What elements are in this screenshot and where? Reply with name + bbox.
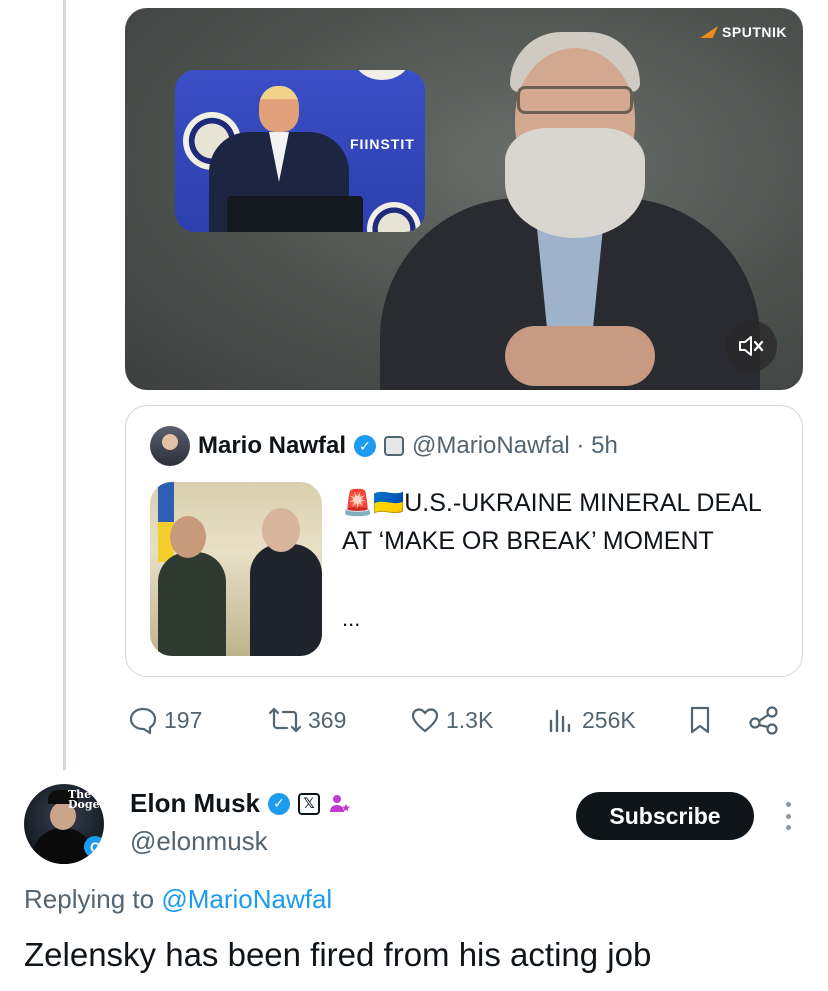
repost-action[interactable]: 369 — [268, 700, 346, 740]
more-dot-icon — [785, 813, 791, 819]
repost-icon — [268, 707, 302, 733]
replying-to-prefix: Replying to — [24, 884, 162, 914]
thumbnail-person-left — [158, 552, 226, 656]
avatar-overlay-text: The Dogefa — [68, 788, 104, 811]
reply-author-avatar[interactable]: The Dogefa C — [24, 784, 104, 864]
thumbnail-person-right — [250, 544, 322, 656]
like-action[interactable]: 1.3K — [410, 700, 493, 740]
x-affiliate-badge-icon: 𝕏 — [298, 792, 321, 815]
more-options-button[interactable] — [778, 798, 798, 834]
affiliate-badge-icon — [384, 436, 405, 456]
inset-podium — [227, 196, 363, 232]
avatar-badge: C — [84, 836, 104, 858]
inset-seal — [367, 202, 421, 232]
bookmark-icon — [690, 706, 710, 734]
quoted-tweet-ellipsis: ... — [342, 606, 361, 631]
views-count: 256K — [582, 706, 636, 733]
share-button[interactable] — [748, 700, 780, 740]
quoted-tweet-header: Mario Nawfal ✓ @MarioNawfal · 5h — [150, 426, 618, 466]
heart-icon — [411, 708, 439, 733]
quoted-tweet-thumbnail[interactable] — [150, 482, 322, 656]
replying-to-line: Replying to @MarioNawfal — [24, 884, 332, 915]
sputnik-logo-icon — [700, 26, 719, 38]
inset-sign-text: FIINSTIT — [350, 136, 415, 152]
replying-to-link[interactable]: @MarioNawfal — [161, 884, 332, 914]
mute-button[interactable] — [725, 320, 777, 372]
more-dot-icon — [785, 802, 791, 807]
mute-icon — [739, 336, 764, 356]
more-dot-icon — [785, 825, 791, 830]
reply-icon — [129, 707, 157, 735]
tweet-action-bar: 197 369 1.3K 256K — [128, 700, 804, 740]
quoted-tweet-card[interactable]: Mario Nawfal ✓ @MarioNawfal · 5h 🚨🇺🇦U.S.… — [125, 405, 803, 677]
thread-connector-line — [63, 0, 66, 770]
quoted-author-handle-time: @MarioNawfal · 5h — [412, 432, 618, 459]
views-icon — [549, 709, 571, 733]
video-speaker-glasses — [517, 86, 633, 114]
thumbnail-person-right-head — [262, 508, 300, 552]
reply-author-name[interactable]: Elon Musk — [130, 788, 260, 819]
sputnik-label: SPUTNIK — [722, 24, 787, 40]
thumbnail-flag — [158, 482, 174, 562]
inset-seal — [355, 70, 409, 80]
sputnik-watermark: SPUTNIK — [700, 24, 787, 40]
reply-author-row: Elon Musk ✓ 𝕏 — [130, 788, 352, 819]
inset-speaker-head — [259, 86, 299, 132]
verified-badge-icon: ✓ — [354, 435, 377, 457]
bookmark-button[interactable] — [686, 700, 714, 740]
thumbnail-person-left-head — [170, 516, 206, 558]
share-icon — [749, 706, 778, 735]
quoted-author-name[interactable]: Mario Nawfal — [198, 432, 346, 460]
reply-author-handle[interactable]: @elonmusk — [130, 826, 268, 857]
repost-count: 369 — [308, 706, 347, 733]
reply-count: 197 — [164, 706, 203, 733]
subscribe-button[interactable]: Subscribe — [576, 792, 754, 840]
like-count: 1.3K — [446, 706, 494, 733]
video-speaker-beard — [505, 128, 645, 238]
reply-tweet-text: Zelensky has been fired from his acting … — [24, 936, 652, 973]
video-player[interactable]: FIINSTIT SPUTNIK — [125, 8, 803, 390]
quoted-tweet-text: 🚨🇺🇦U.S.-UKRAINE MINERAL DEAL AT ‘MAKE OR… — [342, 489, 761, 555]
views-action[interactable]: 256K — [546, 700, 636, 740]
video-inset-image: FIINSTIT — [175, 70, 425, 232]
video-speaker-hands — [505, 326, 655, 386]
reply-action[interactable]: 197 — [128, 700, 202, 740]
quoted-author-avatar[interactable] — [150, 426, 190, 466]
subscriber-badge-icon — [330, 794, 350, 812]
verified-badge-icon: ✓ — [268, 792, 291, 815]
